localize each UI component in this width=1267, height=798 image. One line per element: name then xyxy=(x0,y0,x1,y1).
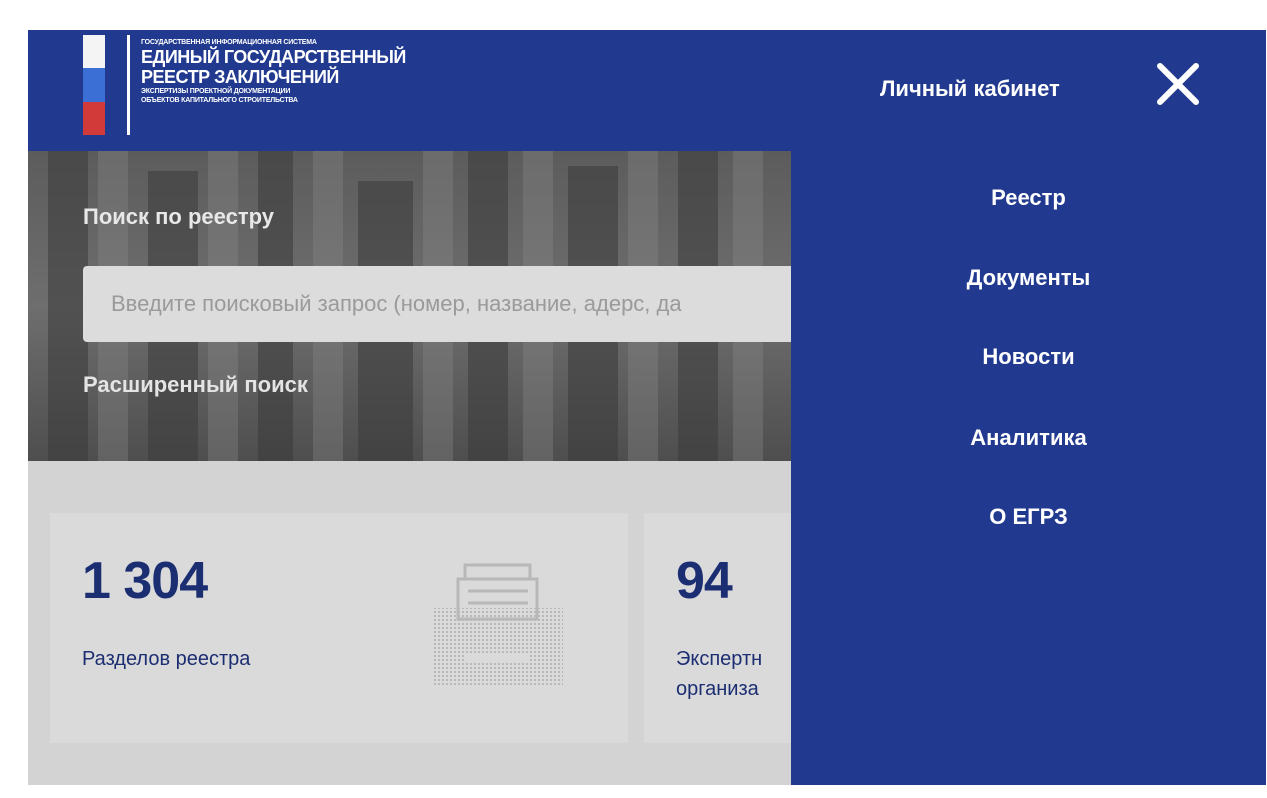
stat-label: Экспертн организа xyxy=(676,648,763,700)
menu-item-about[interactable]: О ЕГРЗ xyxy=(791,504,1266,530)
stat-number: 1 304 xyxy=(82,552,208,610)
stat-label: Разделов реестра xyxy=(82,648,251,670)
menu-item-analytics[interactable]: Аналитика xyxy=(791,425,1266,451)
menu-item-documents[interactable]: Документы xyxy=(791,265,1266,291)
flag-logo-icon xyxy=(83,35,105,135)
page-frame: Государственная информационная система Е… xyxy=(28,30,1266,785)
menu-item-registry[interactable]: Реестр xyxy=(791,185,1266,211)
logo-line-5: объектов капитального строительства xyxy=(141,97,298,104)
personal-account-link[interactable]: Личный кабинет xyxy=(880,76,1060,102)
stat-number: 94 xyxy=(676,552,733,610)
search-box[interactable] xyxy=(83,266,823,342)
logo-divider xyxy=(127,35,130,135)
stat-card-registry-sections[interactable]: 1 304 Разделов реестра xyxy=(50,513,628,743)
advanced-search-link[interactable]: Расширенный поиск xyxy=(83,372,308,398)
side-menu: Реестр Документы Новости Аналитика О ЕГР… xyxy=(791,151,1266,785)
logo-line-2: Единый государственный xyxy=(141,47,406,67)
printer-icon xyxy=(432,563,563,686)
logo-text[interactable]: Государственная информационная система Е… xyxy=(141,38,406,105)
logo-line-1: Государственная информационная система xyxy=(141,39,317,46)
site-header: Государственная информационная система Е… xyxy=(28,30,1266,151)
search-input[interactable] xyxy=(109,290,797,318)
logo-line-4: экспертизы проектной документации xyxy=(141,88,291,95)
logo-line-3: реестр заключений xyxy=(141,67,339,87)
menu-item-news[interactable]: Новости xyxy=(791,344,1266,370)
close-icon[interactable] xyxy=(1152,58,1204,110)
search-section-title: Поиск по реестру xyxy=(83,204,274,229)
